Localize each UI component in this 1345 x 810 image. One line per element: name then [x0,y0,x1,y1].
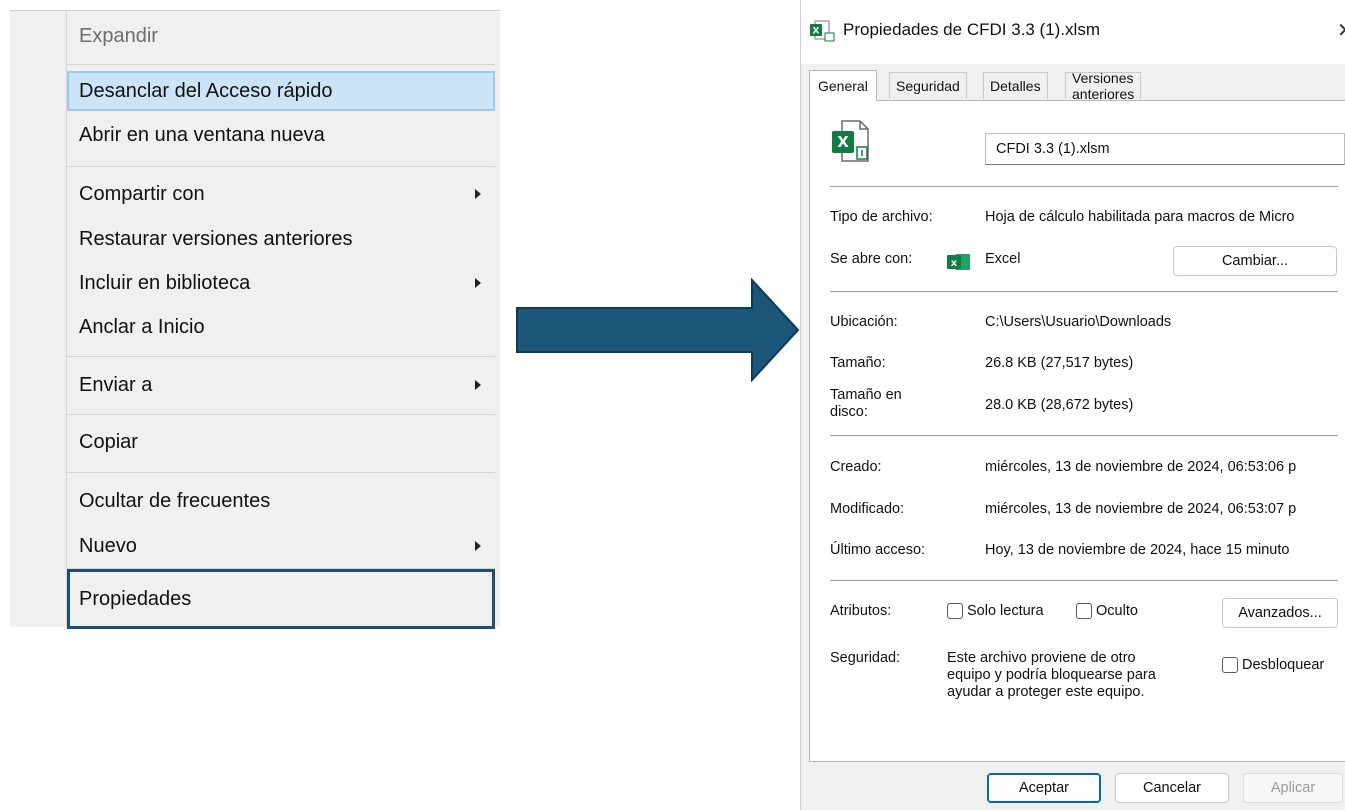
security-line: Este archivo proviene de otro [947,650,1136,666]
menu-item-label: Desanclar del Acceso rápido [79,79,333,102]
tab-label: Detalles [990,78,1041,94]
created-label: Creado: [830,459,882,475]
apply-button[interactable]: Aplicar [1243,773,1343,803]
size-value: 26.8 KB (27,517 bytes) [985,355,1134,371]
svg-text:x: x [951,258,958,269]
close-icon[interactable]: ✕ [1337,18,1345,43]
tab-versiones-anteriores[interactable]: Versiones anteriores [1065,70,1142,102]
menu-item-label: Enviar a [79,373,153,396]
divider [830,291,1338,292]
submenu-arrow-icon [475,189,481,199]
checkbox-box [1222,657,1238,673]
size-label: Tamaño: [830,355,886,371]
menu-item-propiedades[interactable]: Propiedades [67,569,495,629]
menu-item-label: Anclar a Inicio [79,315,205,338]
menu-item-desanclar-acceso-rapido[interactable]: Desanclar del Acceso rápido [67,71,495,111]
menu-separator [67,64,495,65]
readonly-checkbox[interactable]: Solo lectura [947,603,1044,619]
security-line: equipo y podría bloquearse para [947,667,1156,683]
menu-item-label: Restaurar versiones anteriores [79,227,353,250]
security-message: Este archivo proviene de otro equipo y p… [947,650,1156,701]
opens-with-value: Excel [985,251,1021,267]
hidden-checkbox[interactable]: Oculto [1076,603,1138,619]
menu-item-label: Nuevo [79,534,137,557]
location-value: C:\Users\Usuario\Downloads [985,314,1172,330]
checkbox-box [1076,603,1092,619]
menu-item-expandir: Expandir [67,16,495,56]
checkbox-label: Solo lectura [967,603,1044,619]
menu-item-label: Compartir con [79,182,205,205]
excel-file-large-icon: X [832,120,869,162]
accessed-label: Último acceso: [830,542,926,558]
tab-label: Versiones anteriores [1072,70,1135,102]
security-line: ayudar a proteger este equipo. [947,684,1145,700]
checkbox-label: Desbloquear [1242,657,1325,673]
tab-detalles[interactable]: Detalles [983,72,1048,99]
menu-item-restaurar-versiones[interactable]: Restaurar versiones anteriores [67,219,495,259]
excel-app-icon: x [947,254,970,270]
menu-item-abrir-ventana-nueva[interactable]: Abrir en una ventana nueva [67,115,495,155]
context-menu: Expandir Desanclar del Acceso rápido Abr… [10,10,500,629]
file-type-value: Hoja de cálculo habilitada para macros d… [985,209,1295,225]
svg-text:X: X [837,133,849,151]
svg-text:X: X [813,27,820,37]
divider [830,435,1338,436]
tab-label: Seguridad [896,78,960,94]
checkbox-box [947,603,963,619]
filename-input[interactable]: CFDI 3.3 (1).xlsm [985,133,1345,165]
menu-item-enviar-a[interactable]: Enviar a [67,365,495,405]
cancel-button[interactable]: Cancelar [1115,773,1229,803]
menu-item-label: Propiedades [79,587,192,610]
modified-value: miércoles, 13 de noviembre de 2024, 06:5… [985,501,1297,517]
security-label: Seguridad: [830,650,901,666]
menu-item-nuevo[interactable]: Nuevo [67,526,495,566]
ok-button[interactable]: Aceptar [987,773,1101,803]
tab-seguridad[interactable]: Seguridad [889,72,967,99]
menu-separator [67,166,495,167]
advanced-button[interactable]: Avanzados... [1222,598,1338,628]
menu-separator [67,472,495,473]
change-button[interactable]: Cambiar... [1173,246,1337,276]
divider [830,580,1338,581]
attributes-label: Atributos: [830,603,892,619]
menu-item-label: Copiar [79,430,138,453]
submenu-arrow-icon [475,278,481,288]
created-value: miércoles, 13 de noviembre de 2024, 06:5… [985,459,1297,475]
file-type-label: Tipo de archivo: [830,209,933,225]
size-on-disk-value: 28.0 KB (28,672 bytes) [985,397,1134,413]
menu-item-label: Abrir en una ventana nueva [79,123,325,146]
menu-item-label: Ocultar de frecuentes [79,489,271,512]
menu-item-label: Incluir en biblioteca [79,271,251,294]
menu-item-label: Expandir [79,24,158,47]
size-on-disk-label: Tamaño en disco: [830,387,902,420]
opens-with-label: Se abre con: [830,251,913,267]
modified-label: Modificado: [830,501,905,517]
tab-label: General [818,78,868,94]
menu-separator [67,414,495,415]
location-label: Ubicación: [830,314,898,330]
menu-item-copiar[interactable]: Copiar [67,422,495,462]
general-tab-panel: X CFDI 3.3 (1).xlsm Tipo de archivo: Hoj… [809,100,1345,762]
submenu-arrow-icon [475,541,481,551]
excel-file-icon: X [810,20,835,42]
checkbox-label: Oculto [1096,603,1138,619]
menu-separator [67,356,495,357]
menu-item-anclar-inicio[interactable]: Anclar a Inicio [67,307,495,347]
dialog-titlebar[interactable]: X Propiedades de CFDI 3.3 (1).xlsm ✕ [801,0,1345,64]
dialog-title: Propiedades de CFDI 3.3 (1).xlsm [843,20,1100,39]
divider [830,186,1338,187]
unblock-checkbox[interactable]: Desbloquear [1222,657,1324,673]
properties-dialog: X Propiedades de CFDI 3.3 (1).xlsm ✕ Gen… [800,0,1345,810]
accessed-value: Hoy, 13 de noviembre de 2024, hace 15 mi… [985,542,1290,558]
tab-general[interactable]: General [809,70,877,101]
menu-item-incluir-biblioteca[interactable]: Incluir en biblioteca [67,263,495,303]
menu-item-ocultar-frecuentes[interactable]: Ocultar de frecuentes [67,481,495,521]
submenu-arrow-icon [475,380,481,390]
menu-item-compartir-con[interactable]: Compartir con [67,174,495,214]
right-arrow-icon [516,278,800,382]
